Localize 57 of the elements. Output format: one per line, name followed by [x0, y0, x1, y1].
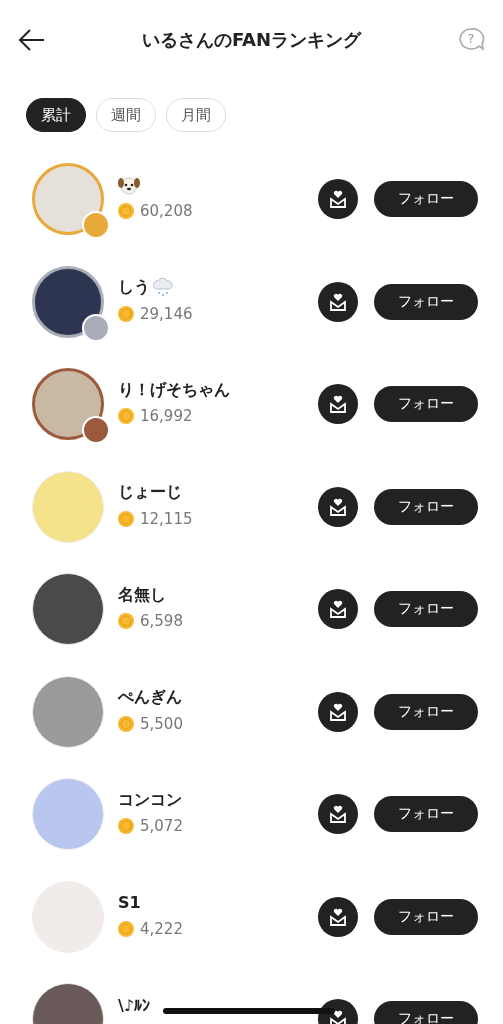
coin-icon	[118, 203, 134, 220]
coin-icon	[118, 613, 134, 630]
follow-button[interactable]: フォロー	[374, 283, 478, 320]
heart-envelope-icon	[329, 701, 347, 722]
fan-name: しう	[118, 277, 150, 299]
coin-count: 5,072	[140, 817, 183, 836]
coin-icon	[118, 920, 134, 937]
heart-envelope-icon	[329, 599, 347, 620]
letter-button[interactable]	[318, 486, 358, 527]
letter-button[interactable]	[318, 589, 358, 630]
fan-name: り！げそちゃん	[118, 379, 230, 401]
fan-name: ぺんぎん	[118, 687, 182, 709]
heart-envelope-icon	[329, 1009, 347, 1024]
fan-name: コンコン	[118, 789, 182, 811]
coin-icon	[118, 715, 134, 732]
follow-button[interactable]: フォロー	[374, 1001, 478, 1024]
heart-envelope-icon	[329, 291, 347, 312]
coin-icon	[118, 305, 134, 322]
fan-name: \♪ﾙﾝ	[118, 995, 151, 1015]
letter-button[interactable]	[318, 281, 358, 322]
coin-count: 29,146	[140, 304, 193, 323]
back-arrow-icon[interactable]	[18, 28, 46, 52]
heart-envelope-icon	[329, 496, 347, 517]
follow-button[interactable]: フォロー	[374, 386, 478, 423]
period-tab[interactable]: 月間	[166, 98, 226, 132]
follow-button[interactable]: フォロー	[374, 488, 478, 525]
follow-button[interactable]: フォロー	[374, 181, 478, 218]
letter-button[interactable]	[318, 896, 358, 937]
fan-name: じょーじ	[118, 482, 182, 504]
follow-button[interactable]: フォロー	[374, 693, 478, 730]
coin-icon	[118, 818, 134, 835]
letter-button[interactable]	[318, 179, 358, 220]
coin-icon	[118, 510, 134, 527]
coin-count: 12,115	[140, 509, 193, 528]
page-title: いるさんのFANランキング	[141, 28, 362, 52]
follow-button[interactable]: フォロー	[374, 591, 478, 628]
coin-count: 6,598	[140, 612, 183, 631]
coin-count: 5,500	[140, 714, 183, 733]
coin-icon	[118, 408, 134, 425]
heart-envelope-icon	[329, 906, 347, 927]
coin-count: 16,992	[140, 407, 193, 426]
fan-name: 名無し	[118, 584, 166, 606]
heart-envelope-icon	[329, 189, 347, 210]
dog-face-icon	[118, 175, 140, 196]
fan-name: S1	[118, 893, 141, 913]
follow-button[interactable]: フォロー	[374, 796, 478, 833]
heart-envelope-icon	[329, 394, 347, 415]
heart-envelope-icon	[329, 804, 347, 825]
snow-cloud-icon	[152, 276, 174, 299]
letter-button[interactable]	[318, 691, 358, 732]
coin-count: 60,208	[140, 202, 193, 221]
letter-button[interactable]	[318, 794, 358, 835]
coin-count: 4,222	[140, 919, 183, 938]
follow-button[interactable]: フォロー	[374, 898, 478, 935]
letter-button[interactable]	[318, 384, 358, 425]
period-tab[interactable]: 累計	[26, 98, 86, 132]
period-tab[interactable]: 週間	[96, 98, 156, 132]
